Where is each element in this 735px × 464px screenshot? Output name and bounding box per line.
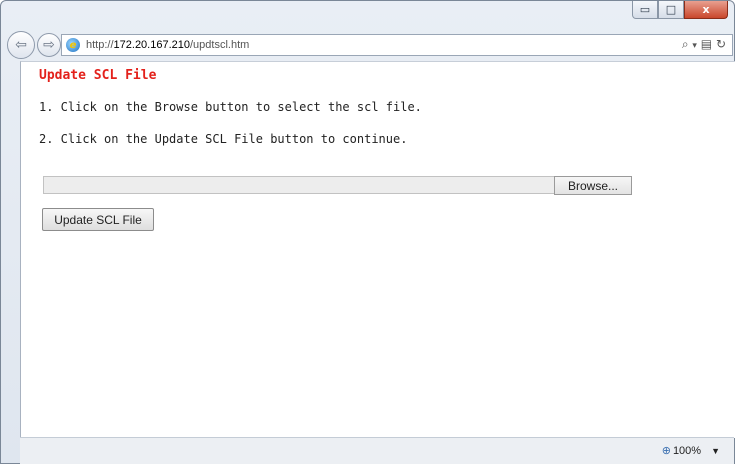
instruction-step-2: 2. Click on the Update SCL File button t… (39, 132, 408, 146)
file-path-input[interactable] (43, 176, 555, 194)
window-controls: ▭ □ x (632, 1, 728, 19)
status-bar: ⊕ 100% ▼ (20, 437, 734, 464)
zoom-icon: ⊕ (661, 445, 671, 457)
title-bar: ▭ □ x (1, 1, 734, 31)
url-path: /updtscl.htm (190, 39, 250, 51)
instruction-step-1: 1. Click on the Browse button to select … (39, 100, 422, 114)
back-arrow-icon: ⇦ (15, 37, 27, 53)
refresh-icon[interactable]: ↻ (716, 37, 726, 51)
address-bar[interactable]: e http://172.20.167.210/updtscl.htm ⌕ ▾ … (61, 34, 733, 56)
page-content: Update SCL File 1. Click on the Browse b… (20, 61, 735, 438)
update-scl-file-button[interactable]: Update SCL File (42, 208, 154, 231)
url-text[interactable]: http://172.20.167.210/updtscl.htm (86, 39, 249, 51)
forward-button[interactable]: ⇨ (37, 33, 61, 57)
search-icon[interactable]: ⌕ (682, 37, 689, 51)
url-prefix: http:// (86, 39, 114, 51)
back-button[interactable]: ⇦ (7, 31, 35, 59)
page-title: Update SCL File (39, 68, 157, 83)
navigation-bar: ⇦ ⇨ e http://172.20.167.210/updtscl.htm … (5, 31, 733, 61)
close-button[interactable]: x (684, 1, 728, 19)
compatibility-view-icon[interactable]: ▤ (701, 37, 712, 51)
url-host: 172.20.167.210 (113, 39, 190, 51)
zoom-control[interactable]: ⊕ 100% ▼ (661, 444, 720, 458)
forward-arrow-icon: ⇨ (43, 37, 55, 53)
browser-window: ▭ □ x ⇦ ⇨ e http://172.20.167.210/updtsc… (0, 0, 735, 464)
minimize-button[interactable]: ▭ (632, 1, 658, 19)
chevron-down-icon[interactable]: ▼ (711, 446, 720, 456)
address-bar-tools: ⌕ ▾ ▤ ↻ (682, 37, 726, 52)
browse-button[interactable]: Browse... (554, 176, 632, 195)
zoom-level: 100% (672, 444, 702, 457)
ie-logo-icon: e (66, 38, 80, 52)
maximize-button[interactable]: □ (658, 1, 684, 19)
dropdown-icon[interactable]: ▾ (692, 41, 697, 51)
